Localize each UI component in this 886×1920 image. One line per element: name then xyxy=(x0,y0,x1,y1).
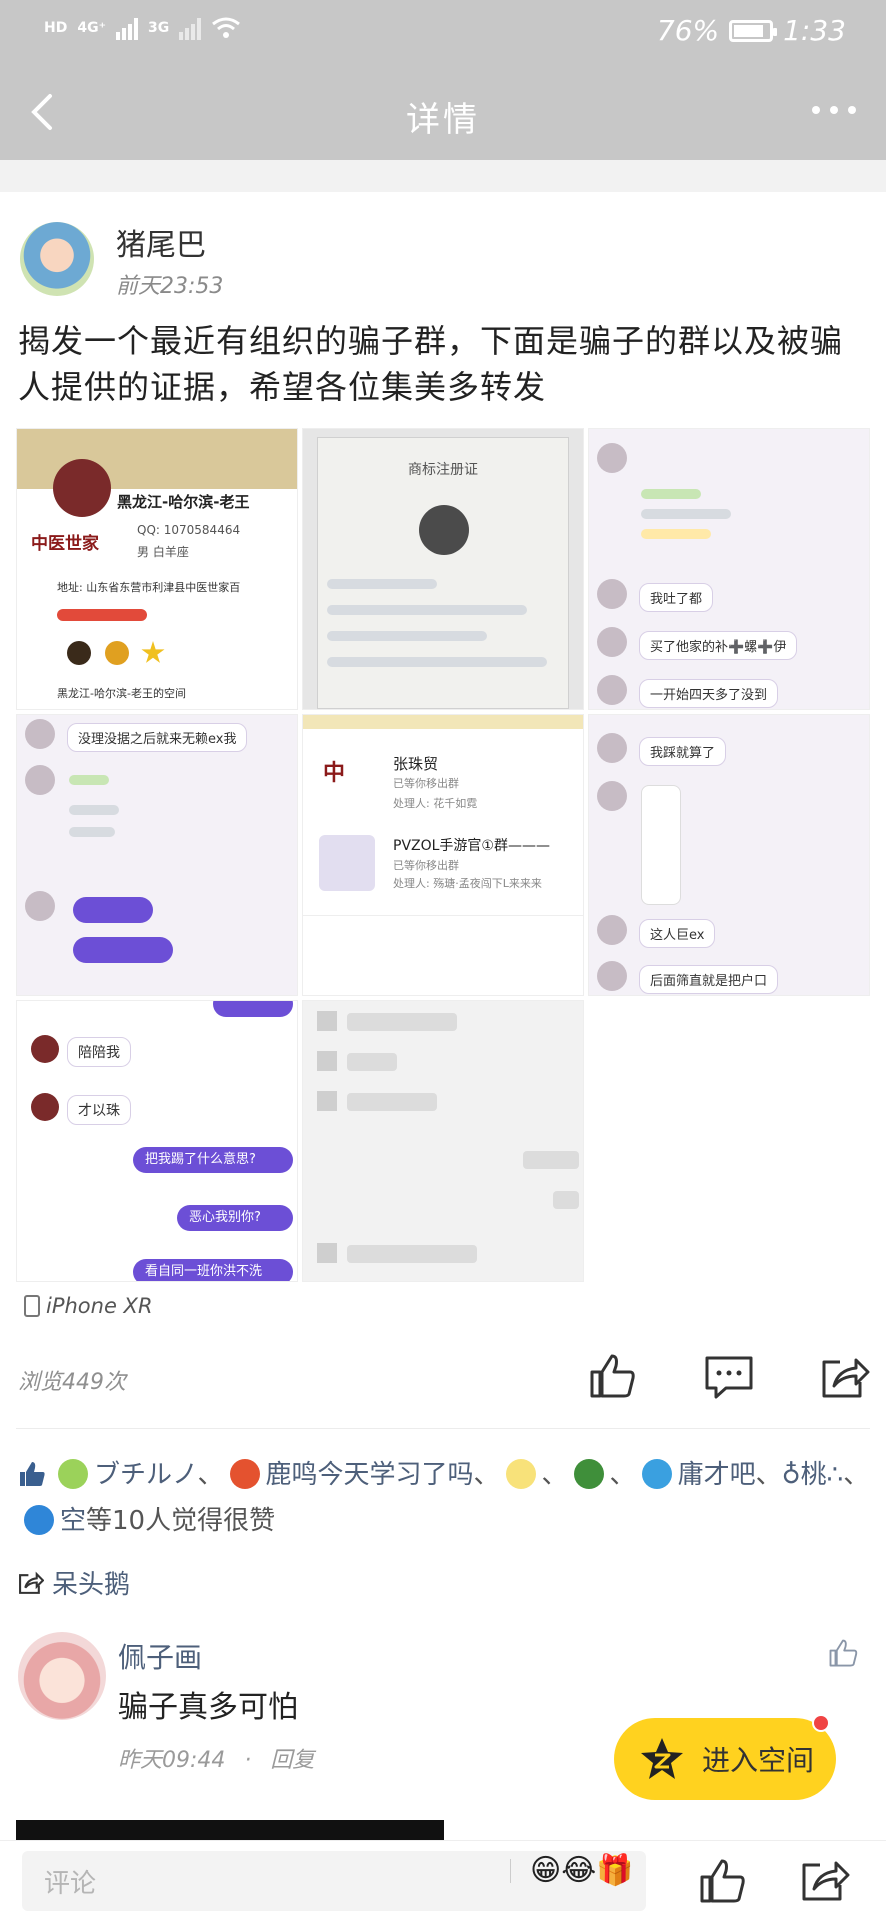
comment-icon[interactable] xyxy=(704,1354,754,1400)
post-image-5[interactable]: 中 张珠贸 已等你移出群 处理人: 花千如霓 PVZOL手游官①群——— 已等你… xyxy=(302,714,584,996)
like-icon[interactable] xyxy=(588,1352,636,1400)
liker-name[interactable]: 鹿鸣今天学习了吗 xyxy=(266,1460,474,1490)
next-item-preview xyxy=(16,1820,444,1840)
post-image-6[interactable]: 我踩就算了 这人巨ex 后面筛直就是把户口 xyxy=(588,714,870,996)
post-text: 揭发一个最近有组织的骗子群，下面是骗子的群以及被骗人提供的证据，希望各位集美多转… xyxy=(18,322,844,406)
liker-name[interactable]: ♁桃∴ xyxy=(782,1460,844,1490)
phone-icon xyxy=(24,1295,40,1317)
top-nav: 详情 xyxy=(0,64,886,160)
bottom-share-icon[interactable] xyxy=(800,1857,850,1903)
status-bar: HD 4G⁺ 3G 76% 1:33 xyxy=(0,0,886,64)
liker-avatar-2[interactable] xyxy=(229,1459,260,1489)
post-image-3[interactable]: 我吐了都 买了他家的补➕螺➕伊 一开始四天多了没到 xyxy=(588,428,870,710)
comment-meta: 昨天09:44 · 回复 xyxy=(118,1748,315,1773)
view-count: 浏览449次 xyxy=(18,1370,126,1395)
signal-icon-2 xyxy=(179,16,202,40)
bottom-bar: 评论 😁😂🎁 xyxy=(0,1840,886,1920)
post-image-4[interactable]: 没理没据之后就来无赖ex我 xyxy=(16,714,298,996)
clock: 1:33 xyxy=(783,14,846,47)
liker-avatar-4[interactable] xyxy=(573,1459,604,1489)
input-separator xyxy=(510,1859,511,1883)
liker-avatar-1[interactable] xyxy=(58,1459,88,1489)
battery-percent: 76% xyxy=(656,14,720,47)
liker-avatar-7[interactable] xyxy=(24,1505,54,1535)
shared-by: 呆头鹅 xyxy=(18,1564,130,1601)
share-icon[interactable] xyxy=(820,1354,870,1400)
image-grid: 黑龙江-哈尔滨-老王 中医世家 QQ: 1070584464 男 白羊座 地址:… xyxy=(16,428,872,1282)
commenter-avatar[interactable] xyxy=(18,1632,106,1720)
commenter-name[interactable]: 佩子画 xyxy=(118,1636,202,1676)
post-image-7[interactable]: 陪陪我 才以珠 把我踢了什么意思? 恶心我别你? 看自同一班你洪不洗 xyxy=(16,1000,298,1282)
enter-space-label: 进入空间 xyxy=(702,1744,815,1777)
page-title: 详情 xyxy=(406,100,480,140)
comment-text: 骗子真多可怕 xyxy=(118,1690,298,1725)
liker-name[interactable]: ブチルノ xyxy=(94,1460,197,1490)
bottom-like-icon[interactable] xyxy=(698,1857,746,1905)
emoji-button[interactable]: 😁😂🎁 xyxy=(530,1853,634,1888)
post-image-2[interactable]: 商标注册证 xyxy=(302,428,584,710)
signal-icon xyxy=(115,16,138,40)
post-image-1[interactable]: 黑龙江-哈尔滨-老王 中医世家 QQ: 1070584464 男 白羊座 地址:… xyxy=(16,428,298,710)
likes-suffix: 等10人觉得很赞 xyxy=(86,1506,276,1536)
share-small-icon xyxy=(19,1571,44,1594)
section-gap xyxy=(0,160,886,192)
wifi-icon xyxy=(212,17,241,38)
liker-avatar-5[interactable] xyxy=(641,1459,672,1489)
network-1: 4G⁺ xyxy=(77,20,106,36)
post-time: 前天23:53 xyxy=(116,274,224,299)
comment-like-icon[interactable] xyxy=(828,1638,858,1668)
author-name[interactable]: 猪尾巴 xyxy=(116,220,206,264)
liker-name[interactable]: 空 xyxy=(60,1506,86,1536)
enter-space-button[interactable]: 进入空间 xyxy=(614,1714,836,1800)
notification-dot xyxy=(812,1714,830,1732)
device-name: iPhone XR xyxy=(46,1294,153,1318)
comment-time: 昨天09:44 xyxy=(118,1748,226,1773)
device-tag: iPhone XR xyxy=(24,1294,153,1318)
more-options-icon[interactable] xyxy=(812,106,856,114)
liker-name[interactable]: 庸才吧 xyxy=(678,1460,756,1490)
network-2: 3G xyxy=(147,20,170,36)
battery-icon xyxy=(729,19,778,42)
like-filled-icon xyxy=(20,1462,45,1486)
liker-avatar-3[interactable] xyxy=(505,1459,536,1489)
post-image-8[interactable] xyxy=(302,1000,584,1282)
hd-icon: HD xyxy=(44,20,68,36)
sharer-name[interactable]: 呆头鹅 xyxy=(52,1564,130,1601)
reply-link[interactable]: 回复 xyxy=(270,1748,314,1773)
qzone-star-icon xyxy=(641,1738,683,1779)
author-avatar[interactable] xyxy=(20,222,94,296)
divider xyxy=(16,1428,870,1429)
likes-row: ブチルノ、 鹿鸣今天学习了吗、、、庸才吧、♁桃∴、空等10人觉得很赞 xyxy=(18,1452,878,1544)
